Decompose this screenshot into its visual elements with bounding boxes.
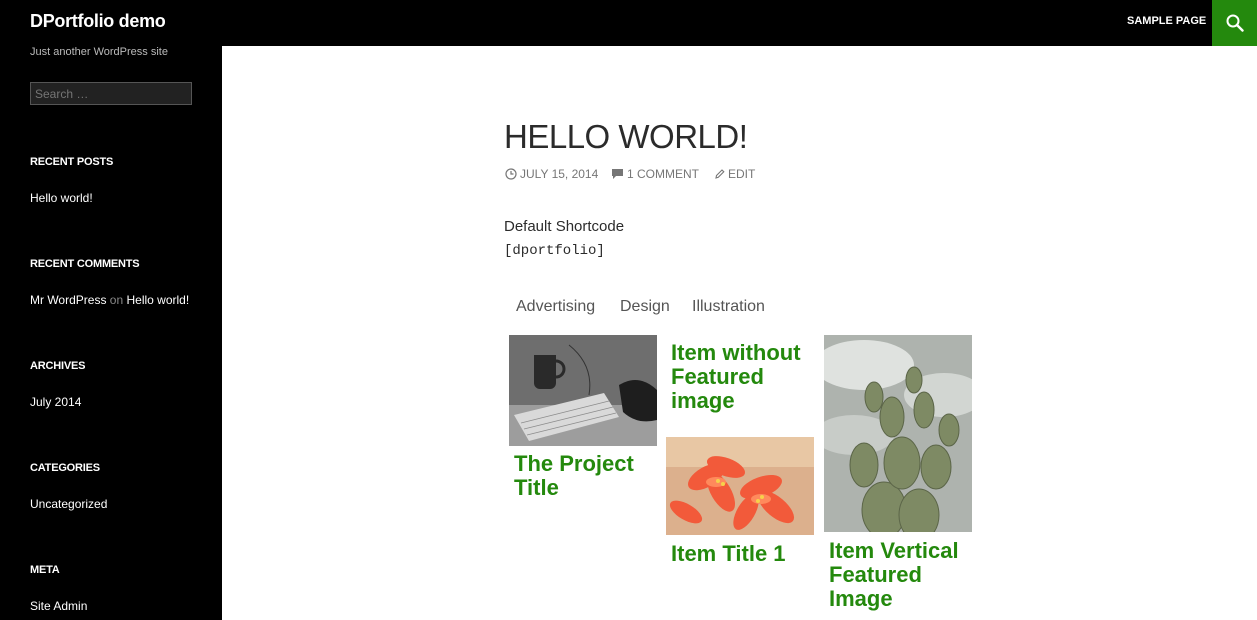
widget-title-recent-posts: RECENT POSTS (30, 156, 114, 168)
recent-post-link[interactable]: Hello world! (30, 191, 93, 205)
item-title-line: Image (829, 586, 893, 611)
category-link[interactable]: Uncategorized (30, 497, 107, 511)
item-title-line: Featured (829, 562, 922, 587)
portfolio-item-title[interactable]: Item Title 1 (671, 542, 786, 566)
archive-link[interactable]: July 2014 (30, 395, 81, 409)
search-icon (1226, 14, 1244, 32)
post-edit-link[interactable]: EDIT (714, 167, 755, 181)
item-title-line: Item without (671, 340, 801, 365)
comment-post-link[interactable]: Hello world! (127, 293, 190, 307)
orange-flowers-photo (666, 437, 814, 535)
widget-title-recent-comments: RECENT COMMENTS (30, 258, 140, 270)
post-edit-text: EDIT (728, 167, 756, 181)
site-title[interactable]: DPortfolio demo (30, 11, 166, 32)
portfolio-item-thumbnail[interactable] (509, 335, 657, 446)
sidebar: Just another WordPress site RECENT POSTS… (0, 46, 222, 620)
post-comments-text: 1 COMMENT (627, 167, 699, 181)
widget-title-meta: META (30, 564, 60, 576)
item-title-line: Item Title 1 (671, 541, 786, 566)
comment-icon (612, 169, 623, 179)
post-date-text: JULY 15, 2014 (520, 167, 599, 181)
post-comments-link[interactable]: 1 COMMENT (611, 167, 699, 181)
sidebar-search-input[interactable] (30, 82, 192, 105)
post-paragraph: Default Shortcode (504, 218, 625, 235)
recent-comment: Mr WordPress on Hello world! (30, 293, 189, 307)
portfolio-item-title[interactable]: Item without Featured image (671, 341, 801, 413)
portfolio-item-title[interactable]: The Project Title (514, 452, 634, 500)
filter-tab-design[interactable]: Design (620, 298, 670, 316)
post-title: HELLO WORLD! (504, 118, 748, 155)
cactus-photo (824, 335, 972, 532)
comment-on-text: on (109, 293, 124, 307)
widget-title-archives: ARCHIVES (30, 360, 86, 372)
portfolio-item-title[interactable]: Item Vertical Featured Image (829, 539, 959, 611)
portfolio-item-thumbnail[interactable] (666, 437, 814, 535)
meta-link-site-admin[interactable]: Site Admin (30, 599, 87, 613)
item-title-line: image (671, 388, 735, 413)
search-toggle-button[interactable] (1212, 0, 1257, 46)
portfolio-item-thumbnail[interactable] (824, 335, 972, 532)
clock-icon (505, 168, 517, 180)
filter-tab-illustration[interactable]: Illustration (692, 298, 765, 316)
widget-title-categories: CATEGORIES (30, 462, 100, 474)
shortcode-text: [dportfolio] (504, 243, 605, 259)
item-title-line: Featured (671, 364, 764, 389)
filter-tab-advertising[interactable]: Advertising (516, 298, 595, 316)
top-bar: DPortfolio demo SAMPLE PAGE (0, 0, 1257, 46)
site-tagline: Just another WordPress site (30, 46, 168, 58)
pencil-icon (715, 169, 725, 179)
item-title-line: The Project (514, 451, 634, 476)
item-title-line: Item Vertical (829, 538, 959, 563)
comment-author-link[interactable]: Mr WordPress (30, 293, 106, 307)
post-date[interactable]: JULY 15, 2014 (505, 167, 598, 181)
nav-sample-page[interactable]: SAMPLE PAGE (1127, 15, 1206, 27)
keyboard-mouse-photo (509, 335, 657, 446)
item-title-line: Title (514, 475, 559, 500)
